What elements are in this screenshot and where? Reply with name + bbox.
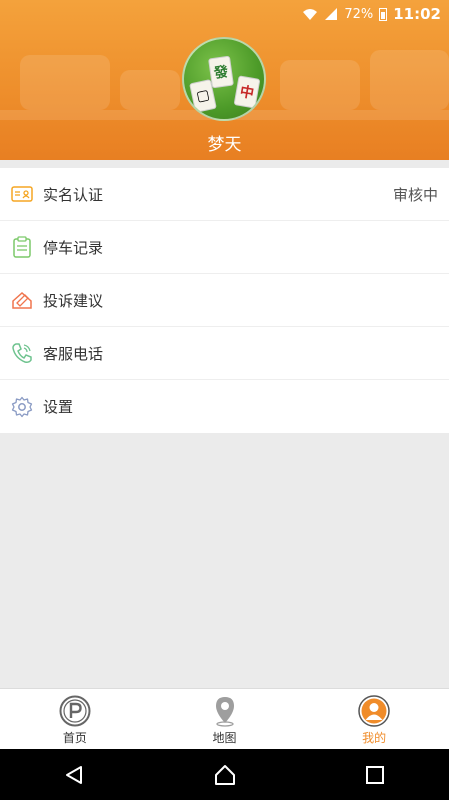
id-card-icon (11, 183, 33, 205)
profile-menu: 实名认证 审核中 停车记录 投诉建议 客服电话 设置 (0, 168, 449, 433)
tab-label: 首页 (62, 730, 87, 745)
avatar[interactable]: 發 ▢ 中 (182, 37, 266, 121)
tab-label: 地图 (212, 730, 237, 745)
clock: 11:02 (393, 5, 441, 23)
username: 梦天 (207, 135, 242, 155)
home-icon[interactable] (213, 764, 237, 786)
tab-home[interactable]: 首页 (0, 689, 150, 749)
menu-label: 停车记录 (43, 238, 104, 257)
phone-icon (11, 342, 33, 364)
system-nav-bar (0, 749, 449, 800)
back-icon[interactable] (64, 764, 86, 786)
tab-mine[interactable]: 我的 (299, 689, 449, 749)
user-icon (358, 694, 390, 727)
clipboard-icon (11, 236, 33, 258)
menu-item-customer-service[interactable]: 客服电话 (0, 327, 449, 380)
pencil-envelope-icon (11, 289, 33, 311)
menu-item-parking-records[interactable]: 停车记录 (0, 221, 449, 274)
verification-status: 审核中 (392, 185, 438, 204)
battery-icon (379, 7, 388, 21)
tab-label: 我的 (362, 730, 387, 745)
menu-label: 客服电话 (43, 344, 104, 363)
mahjong-tile-zhong: 中 (233, 75, 261, 109)
menu-item-complaints[interactable]: 投诉建议 (0, 274, 449, 327)
mahjong-tile-fa: 發 (208, 55, 234, 89)
menu-label: 投诉建议 (43, 291, 104, 310)
gear-icon (11, 396, 33, 418)
map-pin-icon (215, 696, 234, 727)
recents-icon[interactable] (365, 765, 385, 785)
menu-label: 实名认证 (43, 185, 104, 204)
battery-percent: 72% (344, 6, 374, 22)
status-bar: 72% 11:02 (0, 0, 449, 28)
profile-header: 72% 11:02 發 ▢ 中 梦天 (0, 0, 449, 160)
bottom-tab-bar: 首页 地图 我的 (0, 688, 449, 749)
tab-map[interactable]: 地图 (150, 689, 300, 749)
parking-icon (59, 695, 91, 726)
wifi-icon (303, 9, 318, 20)
signal-icon (325, 8, 338, 20)
menu-label: 设置 (43, 398, 74, 416)
menu-item-settings[interactable]: 设置 (0, 380, 449, 433)
menu-item-verification[interactable]: 实名认证 审核中 (0, 168, 449, 221)
